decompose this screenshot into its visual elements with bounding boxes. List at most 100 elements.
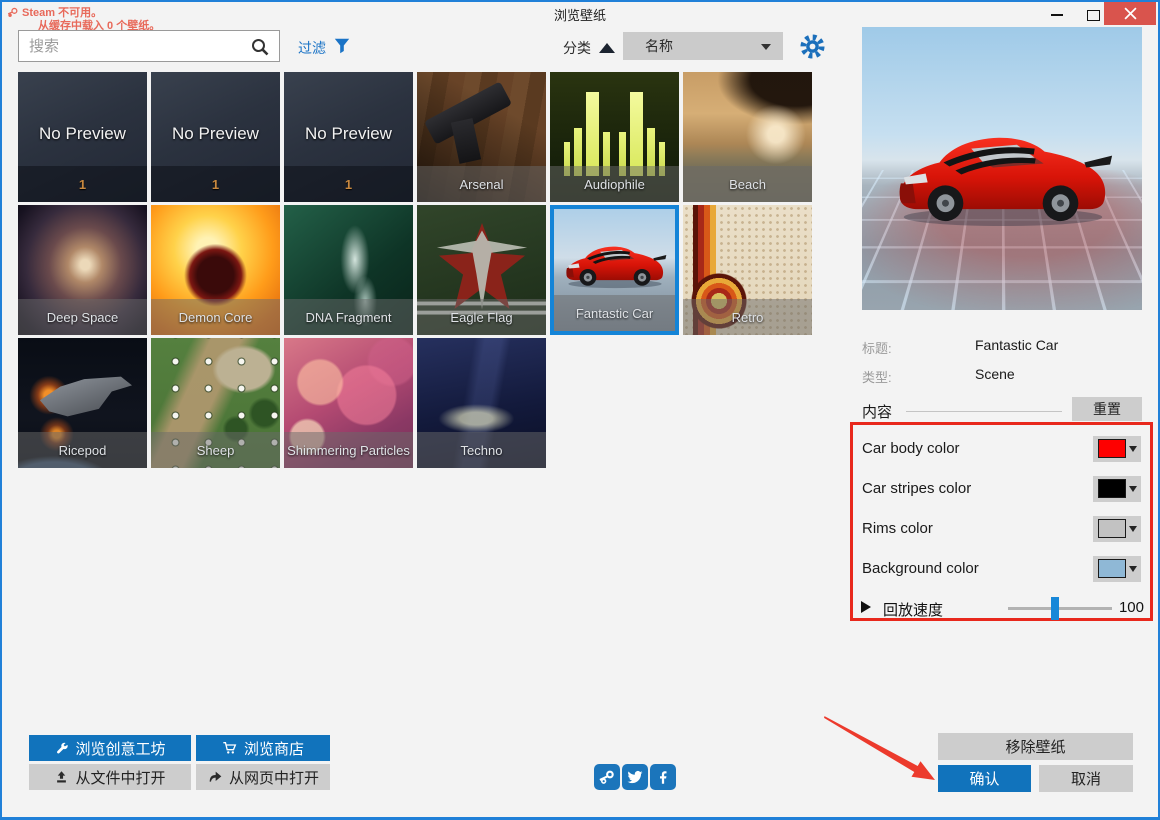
tile-label: Demon Core: [179, 310, 253, 325]
rims-color-label: Rims color: [862, 520, 933, 537]
background-color-picker[interactable]: [1093, 556, 1141, 582]
tile-badge: 1: [345, 177, 352, 192]
reset-button[interactable]: 重置: [1072, 397, 1142, 421]
tile-label: No Preview: [151, 124, 280, 144]
title-value: Fantastic Car: [975, 337, 1058, 353]
tile-eagle-flag[interactable]: Eagle Flag: [417, 205, 546, 335]
tile-retro[interactable]: Retro: [683, 205, 812, 335]
tile-beach[interactable]: Beach: [683, 72, 812, 202]
confirm-button[interactable]: 确认: [938, 765, 1031, 792]
background-color-label: Background color: [862, 560, 979, 577]
wrench-icon: [54, 741, 69, 756]
open-from-file-button[interactable]: 从文件中打开: [29, 764, 191, 790]
browse-store-button[interactable]: 浏览商店: [196, 735, 330, 761]
tile-audiophile[interactable]: Audiophile: [550, 72, 679, 202]
tile-dna-fragment[interactable]: DNA Fragment: [284, 205, 413, 335]
open-from-web-button[interactable]: 从网页中打开: [196, 764, 330, 790]
tile-badge: 1: [212, 177, 219, 192]
maximize-button[interactable]: [1079, 6, 1107, 24]
playback-speed-value: 100: [1110, 599, 1144, 616]
chevron-down-icon: [1129, 526, 1137, 532]
tile-ricepod[interactable]: Ricepod: [18, 338, 147, 468]
tile-label: Retro: [732, 310, 764, 325]
car-stripes-color-label: Car stripes color: [862, 480, 971, 497]
spaceship-artwork: [40, 368, 132, 430]
playback-speed-label: 回放速度: [883, 599, 943, 620]
maximize-icon: [1087, 10, 1100, 21]
rims-color-picker[interactable]: [1093, 516, 1141, 542]
tile-label: DNA Fragment: [306, 310, 392, 325]
minimize-button[interactable]: [1043, 6, 1071, 24]
content-section-label: 内容: [862, 401, 892, 422]
tile-label: Deep Space: [47, 310, 119, 325]
tile-label: Techno: [461, 443, 503, 458]
facebook-social-button[interactable]: [650, 764, 676, 790]
car-body-color-picker[interactable]: [1093, 436, 1141, 462]
tile-label: Eagle Flag: [450, 310, 512, 325]
steam-icon: [6, 6, 19, 19]
search-input[interactable]: [18, 30, 280, 62]
color-swatch: [1098, 519, 1126, 538]
tile-no-preview-1[interactable]: No Preview 1: [18, 72, 147, 202]
tile-techno[interactable]: Techno: [417, 338, 546, 468]
chevron-down-icon: [761, 44, 771, 50]
cart-icon: [222, 740, 238, 756]
car-body-color-label: Car body color: [862, 440, 960, 457]
tile-label: Shimmering Particles: [287, 443, 410, 458]
type-value: Scene: [975, 366, 1015, 382]
type-label: 类型:: [862, 367, 892, 386]
search-icon[interactable]: [250, 37, 270, 57]
tile-demon-core[interactable]: Demon Core: [151, 205, 280, 335]
tile-label: No Preview: [284, 124, 413, 144]
cancel-button[interactable]: 取消: [1039, 765, 1133, 792]
sort-dropdown-value: 名称: [645, 36, 673, 56]
tile-badge: 1: [79, 177, 86, 192]
tile-arsenal[interactable]: Arsenal: [417, 72, 546, 202]
color-swatch: [1098, 439, 1126, 458]
chevron-down-icon: [1129, 446, 1137, 452]
playback-speed-slider-handle[interactable]: [1051, 597, 1059, 620]
settings-gear-icon[interactable]: [799, 33, 826, 60]
tile-no-preview-2[interactable]: No Preview 1: [151, 72, 280, 202]
preview-car-artwork: [884, 105, 1122, 234]
upload-icon: [54, 770, 69, 785]
steam-logo-icon: [597, 767, 617, 787]
sort-ascending-icon[interactable]: [599, 43, 615, 53]
playback-speed-slider-track[interactable]: [1008, 607, 1112, 610]
curved-arrow-icon: [207, 769, 223, 785]
browse-workshop-button[interactable]: 浏览创意工坊: [29, 735, 191, 761]
chevron-down-icon: [1129, 566, 1137, 572]
tile-label: No Preview: [18, 124, 147, 144]
minimize-icon: [1051, 14, 1063, 16]
tile-label: Audiophile: [584, 177, 645, 192]
annotation-arrow: [812, 704, 952, 794]
tile-label: Sheep: [197, 443, 235, 458]
sort-dropdown[interactable]: 名称: [623, 32, 783, 60]
wallpaper-preview: [862, 27, 1142, 310]
color-swatch: [1098, 559, 1126, 578]
tile-deep-space[interactable]: Deep Space: [18, 205, 147, 335]
close-icon: [1124, 7, 1137, 20]
browse-wallpapers-dialog: 浏览壁纸 Steam 不可用。 从缓存中载入 0 个壁纸。 过滤 分类 名称 N…: [0, 0, 1160, 820]
twitter-social-button[interactable]: [622, 764, 648, 790]
steam-social-button[interactable]: [594, 764, 620, 790]
twitter-bird-icon: [626, 768, 644, 786]
color-swatch: [1098, 479, 1126, 498]
filter-icon[interactable]: [333, 37, 351, 55]
sort-category-label: 分类: [563, 38, 591, 58]
tile-sheep[interactable]: Sheep: [151, 338, 280, 468]
content-divider: [906, 411, 1062, 412]
tile-label: Ricepod: [59, 443, 107, 458]
car-stripes-color-picker[interactable]: [1093, 476, 1141, 502]
tile-fantastic-car-selected[interactable]: Fantastic Car: [550, 205, 679, 335]
close-button[interactable]: [1104, 2, 1156, 25]
window-title: 浏览壁纸: [2, 5, 1158, 24]
filter-label[interactable]: 过滤: [298, 38, 326, 58]
title-label: 标题:: [862, 338, 892, 357]
tile-shimmering-particles[interactable]: Shimmering Particles: [284, 338, 413, 468]
remove-wallpaper-button[interactable]: 移除壁纸: [938, 733, 1133, 760]
gun-grip-artwork: [451, 118, 481, 164]
car-thumbnail: [559, 231, 671, 292]
tile-no-preview-3[interactable]: No Preview 1: [284, 72, 413, 202]
expand-triangle-icon[interactable]: [861, 601, 871, 613]
